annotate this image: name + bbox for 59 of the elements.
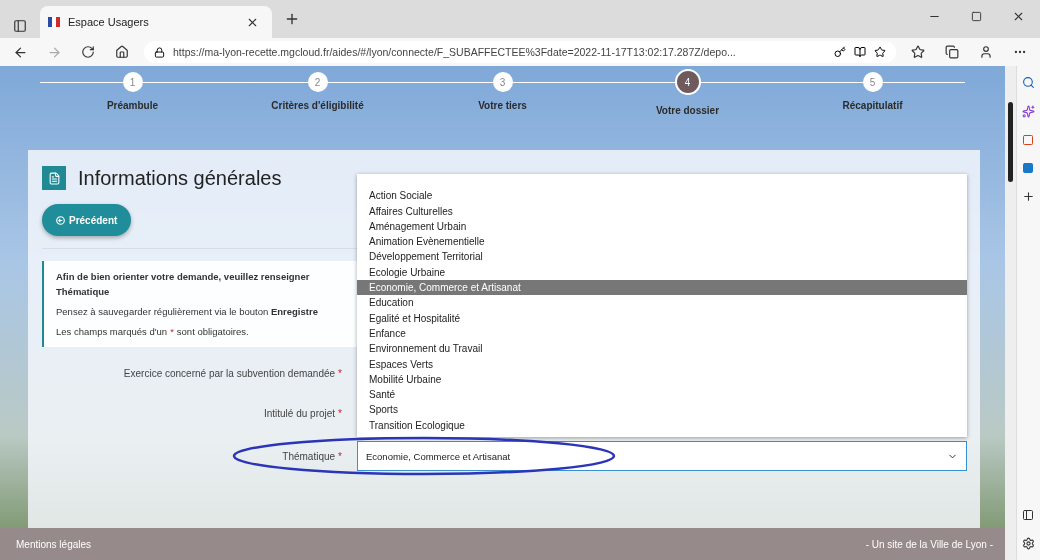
info-text: Afin de bien orienter votre demande, veuillez renseigner: [56, 271, 310, 282]
step-label: Préambule: [106, 100, 159, 111]
previous-button[interactable]: Précédent: [42, 204, 132, 236]
key-icon[interactable]: [834, 46, 846, 58]
dropdown-option[interactable]: Développement Territorial: [357, 249, 967, 265]
required-note-text: Les champs marqués d'un: [56, 326, 168, 337]
dropdown-option[interactable]: Espaces Verts: [357, 356, 967, 372]
field-label: Intitulé du projet: [263, 407, 336, 419]
lock-icon: [154, 46, 165, 58]
url-text: https://ma-lyon-recette.mgcloud.fr/aides/#/lyon/connecte/F_SUBAFFECTEE%3Fdate=2022-11-17T13:02:17.287Z/depo...: [173, 46, 737, 58]
required-asterisk: *: [338, 407, 342, 419]
step-number[interactable]: 2: [307, 72, 328, 92]
dropdown-option[interactable]: Aménagement Urbain: [357, 218, 967, 235]
required-note-text: sont obligatoires.: [176, 326, 249, 337]
step-label: Critères d'éligibilité: [271, 100, 364, 111]
step-number[interactable]: 3: [492, 72, 513, 92]
field-label: Exercice concerné par la subvention demandée: [123, 367, 336, 379]
info-text: Thématique: [56, 286, 110, 297]
dropdown-option[interactable]: Sports: [357, 402, 967, 418]
theme-select[interactable]: Economie, Commerce et Artisanat: [357, 441, 967, 471]
field-label: Thématique: [282, 450, 336, 462]
sparkle-icon[interactable]: [1021, 105, 1035, 118]
save-hint-text: Pensez à sauvegarder régulièrement via le bouton Enregistre: [56, 306, 318, 317]
footer-text: - Un site de la Ville de Lyon -: [865, 538, 993, 550]
panel-icon[interactable]: [1022, 509, 1035, 521]
dropdown-option[interactable]: Economie, Commerce et Artisanat: [357, 280, 967, 296]
document-icon: [42, 166, 66, 190]
favorite-icon[interactable]: [874, 46, 886, 58]
dropdown-option[interactable]: Animation Evènementielle: [357, 234, 967, 250]
dropdown-option[interactable]: Affaires Culturelles: [357, 203, 967, 219]
address-bar[interactable]: https://ma-lyon-recette.mgcloud.fr/aides/#/lyon/connecte/F_SUBAFFECTEE%3Fdate=2022-11-17T13:02:17.287Z/depo...: [144, 41, 896, 63]
dropdown-option[interactable]: Ecologie Urbaine: [357, 264, 967, 281]
add-icon[interactable]: [1021, 190, 1035, 203]
search-icon[interactable]: [1021, 76, 1035, 89]
step-number[interactable]: 1: [122, 72, 143, 92]
step-label: Votre dossier: [655, 105, 720, 116]
scrollbar-thumb[interactable]: [1007, 102, 1013, 182]
settings-icon[interactable]: [1021, 537, 1035, 550]
dropdown-option[interactable]: Enfance: [357, 325, 967, 342]
dropdown-option[interactable]: Egalité et Hospitalité: [357, 310, 967, 326]
step-number[interactable]: 4: [674, 69, 701, 95]
required-asterisk: *: [338, 450, 342, 462]
dropdown-option[interactable]: Environnement du Travail: [357, 341, 967, 357]
required-asterisk: *: [170, 326, 174, 337]
required-asterisk: *: [338, 367, 342, 379]
flag-icon: [48, 17, 60, 27]
dropdown-option[interactable]: Mobilité Urbaine: [357, 371, 967, 388]
dropdown-option[interactable]: Action Sociale: [357, 188, 967, 204]
dropdown-option[interactable]: Santé: [357, 387, 967, 403]
step-label: Votre tiers: [478, 100, 527, 111]
step-number[interactable]: 5: [862, 72, 883, 92]
step-label: Récapitulatif: [842, 100, 903, 111]
read-aloud-icon[interactable]: [854, 46, 866, 58]
browser-tab[interactable]: Espace Usagers: [40, 6, 272, 38]
dropdown-option[interactable]: Transition Ecologique: [357, 417, 967, 433]
section-title: Informations générales: [78, 166, 282, 190]
dropdown-option[interactable]: Education: [357, 295, 967, 311]
back-arrow-icon: [56, 215, 65, 225]
tab-title: Espace Usagers: [68, 16, 150, 28]
